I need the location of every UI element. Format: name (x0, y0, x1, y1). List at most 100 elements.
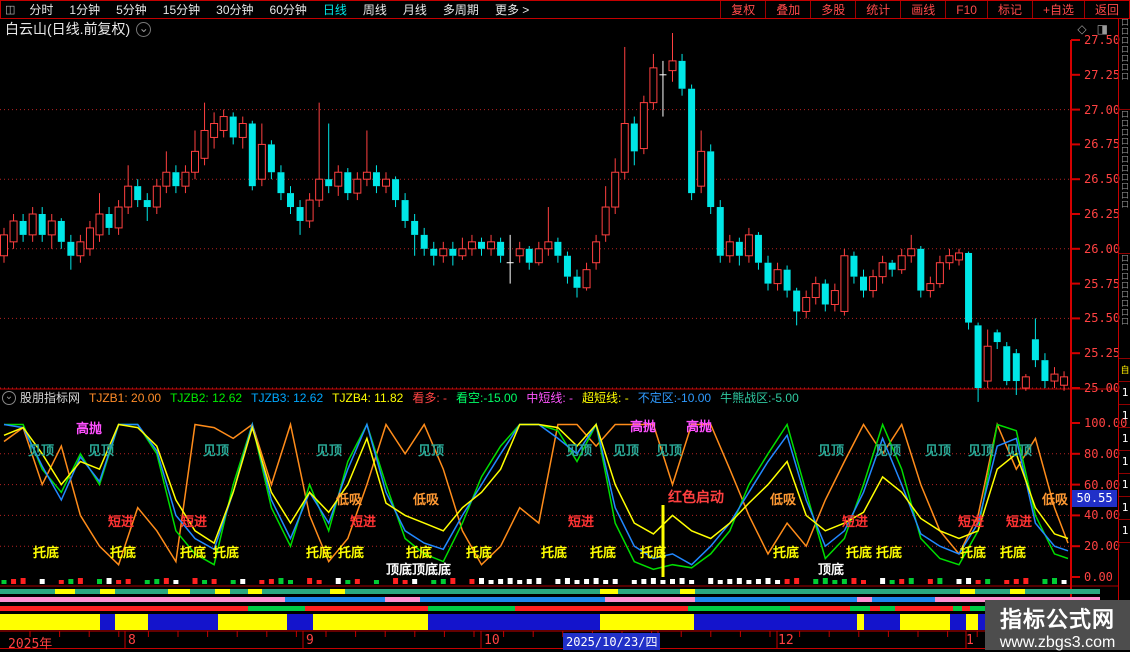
toolbar-button-6[interactable]: 标记 (986, 1, 1032, 18)
toolbar-button-0[interactable]: 复权 (720, 1, 765, 18)
sidebar-slot-4[interactable]: 1 (1119, 474, 1130, 497)
toolbar-button-8[interactable]: 返回 (1083, 1, 1129, 18)
candle-up (668, 60, 677, 72)
sidebar-item-highlight[interactable]: 自 (1119, 359, 1130, 382)
signal-bar (144, 580, 150, 584)
signal-jianding: 见顶 (28, 443, 55, 458)
date-label: 10 (484, 633, 500, 648)
candle-down (497, 241, 505, 256)
signal-bar (335, 578, 341, 584)
toolbar-button-4[interactable]: 画线 (900, 1, 945, 18)
candle-down (860, 276, 867, 291)
window-pane-icon[interactable]: ◫ (5, 3, 15, 16)
candle-down (267, 144, 275, 173)
signal-bar (1061, 580, 1067, 584)
tab-period-3[interactable]: 15分钟 (155, 1, 208, 18)
candle-up (725, 241, 734, 257)
date-label: 12 (778, 633, 794, 648)
signal-bar (316, 580, 322, 584)
signal-bar (20, 578, 26, 584)
candle-up (382, 178, 390, 187)
candle-up (744, 234, 753, 257)
signal-strip-0 (115, 589, 168, 594)
tab-period-1[interactable]: 1分钟 (61, 1, 108, 18)
candle-down (420, 234, 428, 249)
tab-period-8[interactable]: 月线 (395, 1, 435, 18)
split-pane-icon[interactable]: ◨ (1097, 22, 1108, 36)
signal-strip-3 (864, 614, 900, 630)
sidebar-slot-1[interactable]: 1 (1119, 405, 1130, 428)
sidebar-vertical-item-0[interactable]: 口口口口口口口 (1119, 18, 1130, 110)
candle-up (802, 297, 811, 312)
signal-bar (555, 579, 561, 584)
tab-period-4[interactable]: 30分钟 (208, 1, 261, 18)
tab-period-7[interactable]: 周线 (355, 1, 395, 18)
candle-up (305, 199, 314, 222)
signal-strip-0 (975, 589, 1010, 594)
candle-down (716, 207, 724, 256)
signal-bar (373, 580, 379, 584)
signal-bar (851, 578, 857, 584)
candle-up (945, 255, 954, 264)
candle-down (573, 276, 581, 288)
sidebar-slot-0[interactable]: 1 (1119, 382, 1130, 405)
signal-bar (564, 578, 570, 584)
signal-bar (517, 580, 523, 584)
tab-period-6[interactable]: 日线 (315, 1, 355, 18)
period-tabs: 分时 1分钟 5分钟 15分钟 30分钟 60分钟 日线 周线 月线 多周期 更多 > (21, 1, 537, 18)
signal-jianding: 见顶 (1006, 443, 1033, 458)
toolbar-button-1[interactable]: 叠加 (765, 1, 810, 18)
toolbar-button-2[interactable]: 多股 (810, 1, 855, 18)
candle-down (735, 241, 743, 256)
candle-down (525, 248, 533, 263)
signal-bar (899, 579, 905, 584)
candle-up (0, 234, 8, 257)
diamond-icon[interactable]: ◇ (1077, 22, 1086, 36)
candle-up (9, 220, 18, 243)
signal-strip-2 (850, 606, 870, 611)
sidebar-vertical-item-1[interactable]: 口口口口口口口口口口口 (1119, 110, 1130, 254)
tab-period-10[interactable]: 更多 > (487, 1, 537, 18)
sidebar-slot-3[interactable]: 1 (1119, 451, 1130, 474)
sidebar-slot-2[interactable]: 1 (1119, 428, 1130, 451)
candle-down (67, 241, 75, 256)
date-label: 1 (966, 633, 974, 648)
right-sidebar-strip[interactable]: 口口口口口口口 口口口口口口口口口口口 口口口口口口口口自 1 1 1 1 1 1 1 (1118, 0, 1130, 650)
signal-bar (58, 580, 64, 584)
collapse-chevron-icon[interactable]: ⌄ (2, 390, 16, 405)
signal-gaopao: 高抛 (76, 421, 103, 436)
signal-strip-0 (680, 589, 695, 594)
signal-jianding: 见顶 (656, 443, 683, 458)
candle-up (210, 123, 219, 138)
toolbar-button-5[interactable]: F10 (945, 1, 987, 18)
tab-period-2[interactable]: 5分钟 (108, 1, 155, 18)
signal-strip-2 (0, 606, 248, 611)
sidebar-slot-6[interactable]: 1 (1119, 520, 1130, 543)
toolbar-button-7[interactable]: +自选 (1031, 1, 1084, 18)
signal-bar (307, 578, 313, 584)
chevron-down-icon[interactable]: ⌄ (136, 21, 152, 37)
sidebar-slot-5[interactable]: 1 (1119, 497, 1130, 520)
sidebar-vertical-item-2[interactable]: 口口口口口口口口 (1119, 254, 1130, 359)
tab-period-0[interactable]: 分时 (21, 1, 61, 18)
candle-down (143, 200, 151, 208)
candle-up (830, 290, 839, 305)
candle-up (28, 213, 37, 236)
candle-down (38, 214, 46, 235)
signal-jianding: 见顶 (875, 443, 902, 458)
signal-strip-3 (428, 614, 600, 630)
candle-up (353, 178, 362, 194)
watermark-title: 指标公式网 (999, 607, 1115, 632)
signal-bar (230, 580, 236, 584)
signal-strip-0 (1010, 589, 1025, 594)
candle-up (639, 102, 648, 150)
candle-up (811, 283, 820, 299)
signal-strip-3 (600, 614, 694, 630)
signal-strip-1 (857, 597, 872, 602)
tab-period-5[interactable]: 60分钟 (262, 1, 315, 18)
signal-strip-0 (0, 589, 55, 594)
signal-bar (841, 579, 847, 584)
signal-bar (670, 579, 675, 584)
toolbar-button-3[interactable]: 统计 (855, 1, 900, 18)
tab-period-9[interactable]: 多周期 (435, 1, 487, 18)
